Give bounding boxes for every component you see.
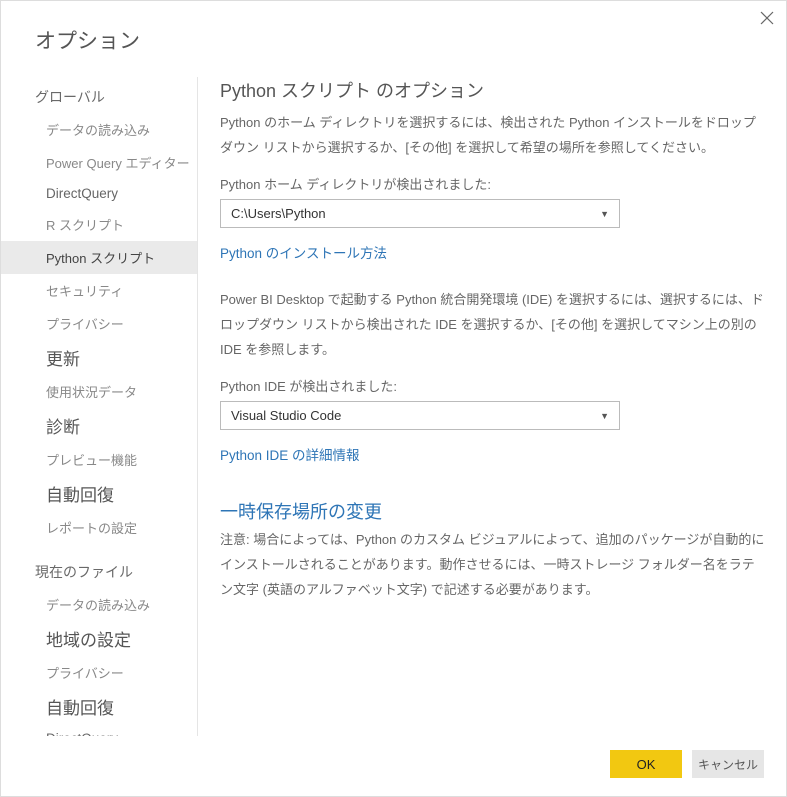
sidebar-item-data-load-cf[interactable]: データの読み込み [1,588,197,621]
sidebar-section-autorecover-cf[interactable]: 自動回復 [1,689,197,724]
sidebar-item-r-script[interactable]: R スクリプト [1,208,197,241]
sidebar-section-autorecover[interactable]: 自動回復 [1,476,197,511]
python-ide-value: Visual Studio Code [231,408,341,423]
python-home-description: Python のホーム ディレクトリを選択するには、検出された Python イ… [220,111,766,160]
temp-storage-heading: 一時保存場所の変更 [220,498,766,524]
sidebar-item-python-script[interactable]: Python スクリプト [1,241,197,274]
temp-storage-description: 注意: 場合によっては、Python のカスタム ビジュアルによって、追加のパッ… [220,528,766,602]
python-home-label: Python ホーム ディレクトリが検出されました: [220,174,766,193]
close-button[interactable] [757,8,777,28]
python-ide-description: Power BI Desktop で起動する Python 統合開発環境 (ID… [220,288,766,362]
sidebar-item-preview[interactable]: プレビュー機能 [1,443,197,476]
sidebar-section-diagnostics[interactable]: 診断 [1,408,197,443]
options-dialog: オプション グローバル データの読み込み Power Query エディター D… [0,0,787,797]
chevron-down-icon: ▼ [600,411,609,421]
python-ide-info-link[interactable]: Python IDE の詳細情報 [220,444,360,464]
dialog-body: グローバル データの読み込み Power Query エディター DirectQ… [1,77,786,736]
sidebar-item-usage-data[interactable]: 使用状況データ [1,375,197,408]
close-icon [760,11,774,25]
python-home-dropdown[interactable]: C:\Users\Python ▼ [220,199,620,228]
dialog-footer: OK キャンセル [1,736,786,796]
sidebar-item-privacy-cf[interactable]: プライバシー [1,656,197,689]
sidebar-group-global: グローバル [1,81,197,113]
sidebar-section-region[interactable]: 地域の設定 [1,621,197,656]
python-install-link[interactable]: Python のインストール方法 [220,242,387,262]
ok-button[interactable]: OK [610,750,682,778]
sidebar-item-security[interactable]: セキュリティ [1,274,197,307]
python-ide-label: Python IDE が検出されました: [220,376,766,395]
python-ide-dropdown[interactable]: Visual Studio Code ▼ [220,401,620,430]
section-heading-python-options: Python スクリプト のオプション [220,77,766,103]
sidebar-section-update[interactable]: 更新 [1,340,197,375]
sidebar: グローバル データの読み込み Power Query エディター DirectQ… [1,77,198,736]
dialog-title: オプション [1,1,786,77]
sidebar-item-directquery[interactable]: DirectQuery [1,179,197,208]
python-home-value: C:\Users\Python [231,206,326,221]
sidebar-item-privacy[interactable]: プライバシー [1,307,197,340]
sidebar-item-power-query[interactable]: Power Query エディター [1,146,197,179]
chevron-down-icon: ▼ [600,209,609,219]
sidebar-group-current-file: 現在のファイル [1,556,197,588]
sidebar-item-report-settings[interactable]: レポートの設定 [1,511,197,544]
cancel-button[interactable]: キャンセル [692,750,764,778]
sidebar-item-directquery-cf[interactable]: DirectQuery [1,724,197,736]
sidebar-item-data-load[interactable]: データの読み込み [1,113,197,146]
content-panel: Python スクリプト のオプション Python のホーム ディレクトリを選… [198,77,786,736]
